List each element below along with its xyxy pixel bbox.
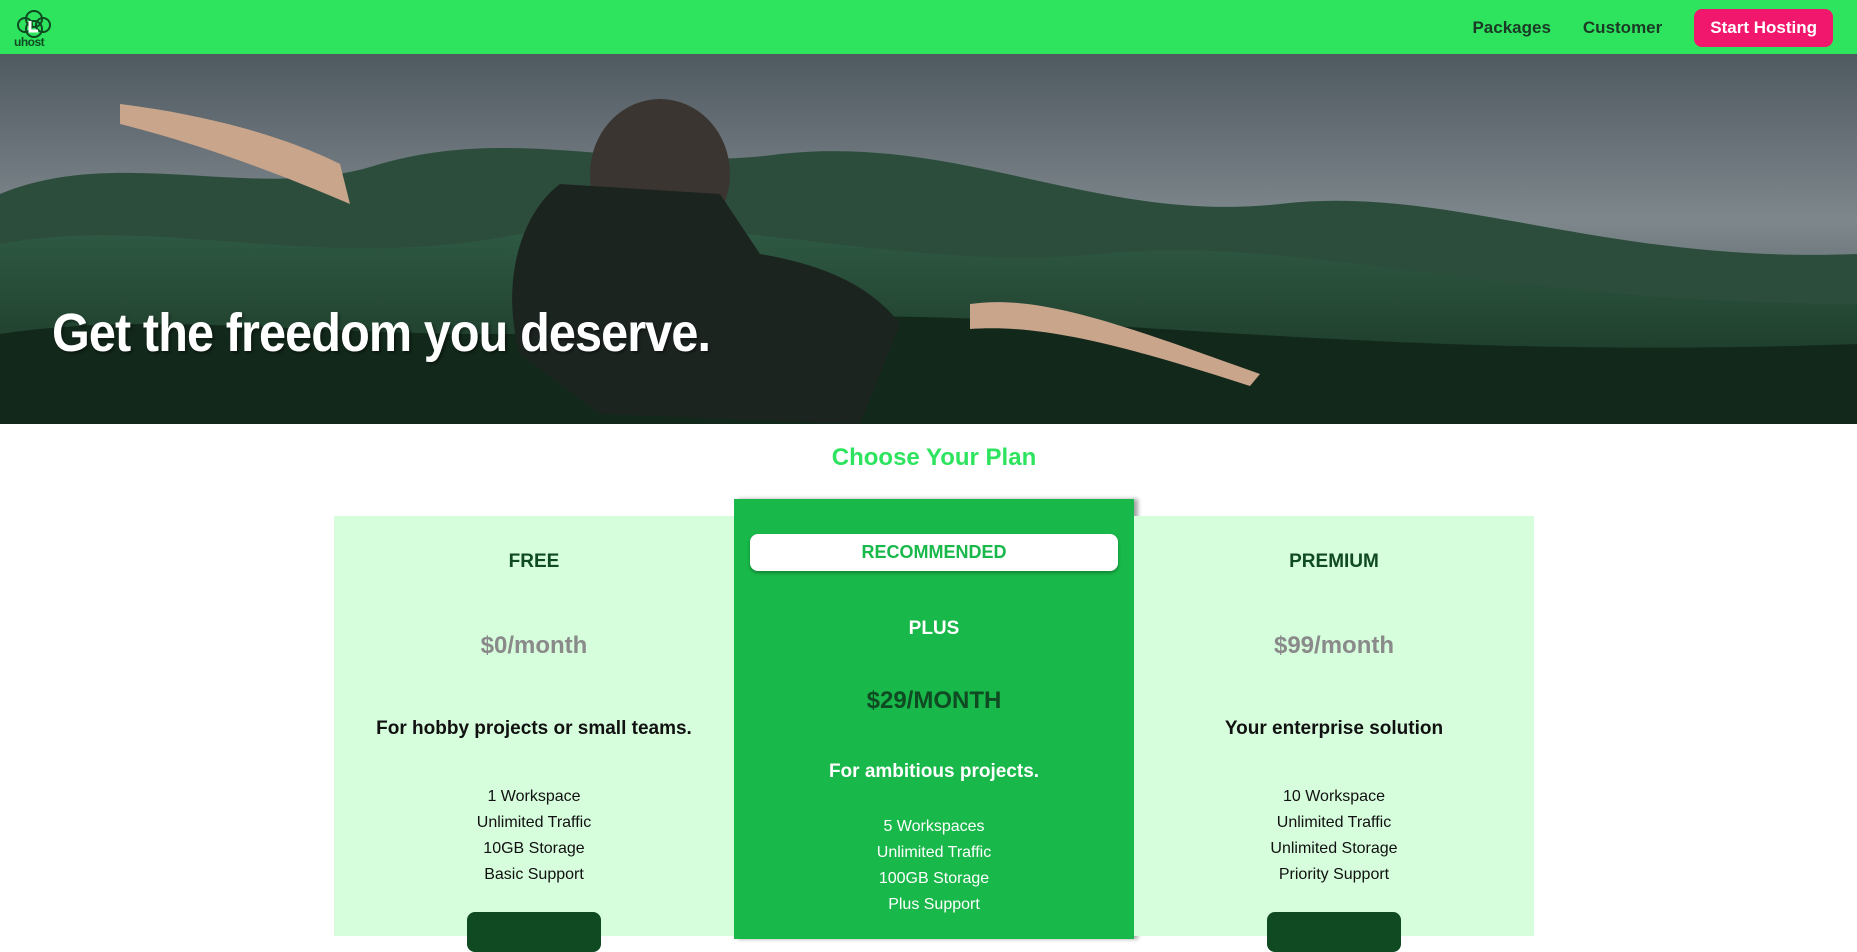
logo-text: uhost <box>14 35 45 49</box>
choose-plan-button-free[interactable] <box>467 912 601 952</box>
plan-card-free: FREE $0/month For hobby projects or smal… <box>334 516 734 952</box>
feature-item: 10GB Storage <box>483 840 585 857</box>
hero-banner: Get the freedom you deserve. <box>0 54 1857 424</box>
feature-item: Plus Support <box>888 896 980 913</box>
main-nav: Packages Customer Start Hosting <box>1472 9 1833 47</box>
brand-logo[interactable]: uhost <box>12 5 56 49</box>
feature-item: Unlimited Traffic <box>476 814 592 831</box>
recommended-badge: RECOMMENDED <box>750 534 1118 571</box>
plans-title: Choose Your Plan <box>831 444 1037 471</box>
plan-description: For ambitious projects. <box>828 761 1040 782</box>
nav-link-customer[interactable]: Customer <box>1583 12 1662 44</box>
plan-card-plus: RECOMMENDED PLUS $29/MONTH For ambitious… <box>734 499 1134 939</box>
feature-item: 1 Workspace <box>487 788 581 805</box>
hero-title: Get the freedom you deserve. <box>52 303 711 363</box>
plan-features: 1 Workspace Unlimited Traffic 10GB Stora… <box>334 784 734 888</box>
feature-item: Priority Support <box>1278 866 1390 883</box>
feature-item: Unlimited Traffic <box>1276 814 1392 831</box>
feature-item: 10 Workspace <box>1283 788 1385 805</box>
feature-item: Unlimited Storage <box>1270 840 1398 857</box>
feature-item: Basic Support <box>484 866 584 883</box>
feature-item: 5 Workspaces <box>883 818 985 835</box>
plan-price: $29/MONTH <box>866 687 1002 714</box>
plan-features: 5 Workspaces Unlimited Traffic 100GB Sto… <box>734 814 1134 918</box>
plan-features: 10 Workspace Unlimited Traffic Unlimited… <box>1134 784 1534 888</box>
feature-item: 100GB Storage <box>878 870 990 887</box>
top-bar: uhost Packages Customer Start Hosting <box>0 0 1857 54</box>
feature-item: Unlimited Traffic <box>876 844 992 861</box>
plan-card-premium: PREMIUM $99/month Your enterprise soluti… <box>1134 516 1534 952</box>
hero-image <box>0 54 1857 424</box>
plan-description: Your enterprise solution <box>1224 718 1444 739</box>
plan-name: FREE <box>508 551 560 572</box>
plan-name: PREMIUM <box>1289 551 1379 572</box>
plan-price: $99/month <box>1273 632 1395 659</box>
start-hosting-button[interactable]: Start Hosting <box>1694 9 1833 47</box>
plan-name: PLUS <box>908 618 960 639</box>
nav-link-packages[interactable]: Packages <box>1472 12 1550 44</box>
plan-description: For hobby projects or small teams. <box>376 718 692 739</box>
choose-plan-button-premium[interactable] <box>1267 912 1401 952</box>
plan-price: $0/month <box>480 632 588 659</box>
